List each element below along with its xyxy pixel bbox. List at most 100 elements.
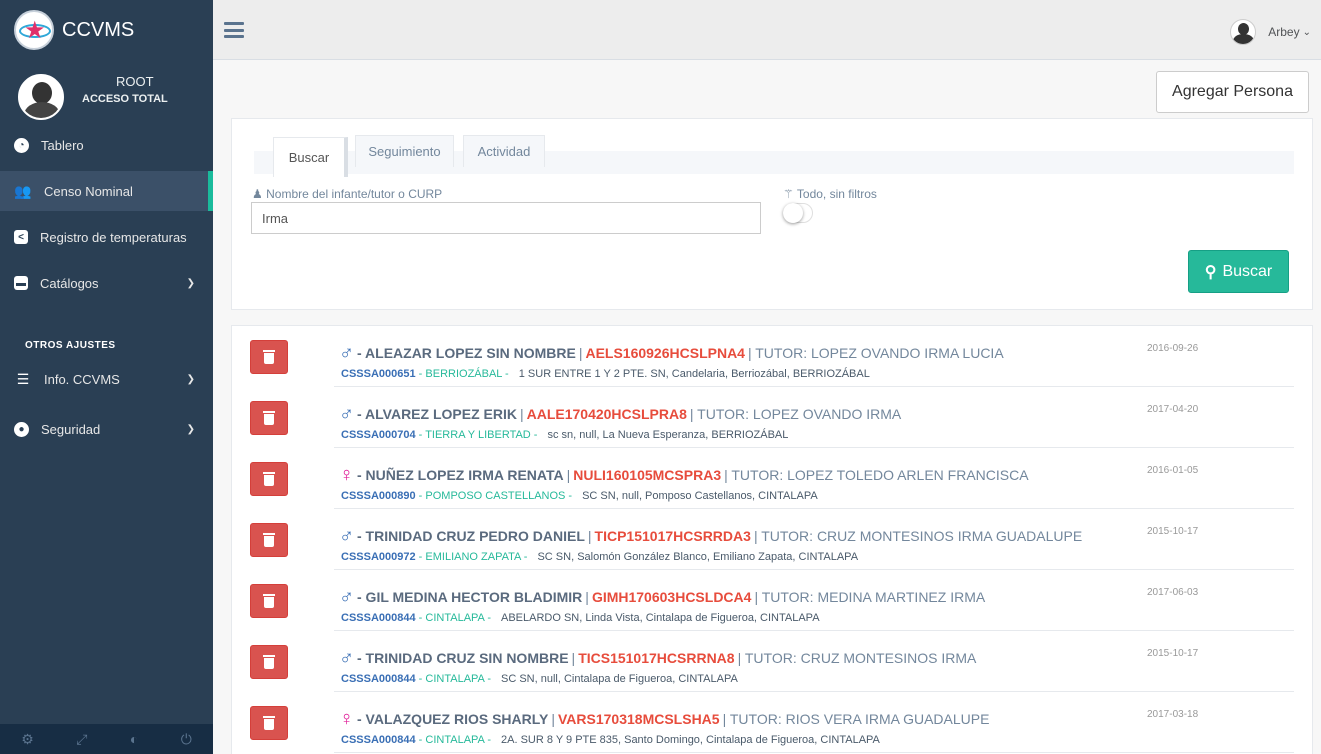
tutor: | TUTOR: RIOS VERA IRMA GUADALUPE — [722, 711, 990, 727]
nofilter-toggle[interactable] — [783, 203, 813, 223]
fullscreen-icon[interactable]: ⤢ — [76, 731, 87, 748]
tab-buscar[interactable]: Buscar — [273, 137, 348, 177]
tutor: | TUTOR: CRUZ MONTESINOS IRMA GUADALUPE — [753, 528, 1083, 544]
result-details: CSSSA000844 - CINTALAPA - 2A. SUR 8 Y 9 P… — [341, 734, 880, 746]
result-title[interactable]: ♂ - ALVAREZ LOPEZ ERIK | AALE170420HCSLPRA8… — [339, 404, 901, 424]
clues: CSSSA000844 — [341, 673, 416, 685]
sidebar-item-seguridad[interactable]: ● Seguridad ❯ — [0, 409, 213, 449]
search-button[interactable]: ⚲ Buscar — [1188, 250, 1289, 293]
dashboard-icon: ◔ — [14, 137, 29, 153]
sidebar-item-registro-temperaturas[interactable]: < Registro de temperaturas — [0, 217, 213, 257]
date: 2017-06-03 — [1147, 587, 1199, 598]
archive-icon: ▬ — [14, 276, 28, 290]
date: 2015-10-17 — [1147, 526, 1199, 537]
male-icon: ♂ — [339, 342, 354, 364]
address: 1 SUR ENTRE 1 Y 2 PTE. SN, Candelaria, B… — [518, 368, 870, 380]
user-menu[interactable]: Arbey ⌄ — [1230, 19, 1311, 45]
eye-slash-icon[interactable]: ◐ — [130, 731, 138, 747]
profile-role: ACCESO TOTAL — [82, 93, 168, 105]
settings-icon[interactable]: ⚙ — [21, 731, 34, 748]
tutor: | TUTOR: LOPEZ TOLEDO ARLEN FRANCISCA — [724, 467, 1029, 483]
result-row: ♂ - ALEAZAR LOPEZ SIN NOMBRE | AELS160926HC… — [232, 326, 1314, 387]
search-icon: ⚲ — [1204, 263, 1217, 281]
person-name: - GIL MEDINA HECTOR BLADIMIR — [357, 589, 583, 605]
sidebar-item-tablero[interactable]: ◔ Tablero — [0, 125, 213, 165]
search-panel: Buscar Seguimiento Actividad ♟ Nombre de… — [231, 118, 1313, 310]
delete-button[interactable] — [250, 340, 288, 374]
result-title[interactable]: ♂ - TRINIDAD CRUZ PEDRO DANIEL | TICP151017… — [339, 526, 1082, 546]
person-name: - TRINIDAD CRUZ SIN NOMBRE — [357, 650, 569, 666]
tab-seguimiento[interactable]: Seguimiento — [355, 135, 454, 167]
chevron-down-icon: ❯ — [186, 373, 195, 385]
clues: CSSSA000704 — [341, 429, 416, 441]
sidebar-item-catalogos[interactable]: ▬ Catálogos ❯ — [0, 263, 213, 303]
sidebar-item-label: Registro de temperaturas — [40, 229, 187, 245]
male-icon: ♂ — [339, 586, 354, 608]
sidebar-item-label: Info. CCVMS — [44, 371, 120, 387]
delete-button[interactable] — [250, 523, 288, 557]
shield-icon: ● — [14, 421, 29, 437]
curp: TICS151017HCSRRNA8 — [578, 650, 735, 666]
result-title[interactable]: ♂ - GIL MEDINA HECTOR BLADIMIR | GIMH170603… — [339, 587, 985, 607]
male-icon: ♂ — [339, 403, 354, 425]
trash-icon — [263, 655, 275, 669]
tutor: | TUTOR: LOPEZ OVANDO IRMA — [689, 406, 902, 422]
result-row: ♂ - GIL MEDINA HECTOR BLADIMIR | GIMH170603… — [232, 570, 1314, 631]
curp: VARS170318MCSLSHA5 — [558, 711, 720, 727]
child-icon: ♟ — [252, 187, 263, 201]
person-name: - ALVAREZ LOPEZ ERIK — [357, 406, 517, 422]
result-title[interactable]: ♂ - ALEAZAR LOPEZ SIN NOMBRE | AELS160926HC… — [339, 343, 1004, 363]
result-title[interactable]: ♀ - NUÑEZ LOPEZ IRMA RENATA | NULI160105MCS… — [339, 465, 1029, 485]
result-details: CSSSA000972 - EMILIANO ZAPATA - SC SN, Sa… — [341, 551, 858, 563]
address: ABELARDO SN, Linda Vista, Cintalapa de F… — [501, 612, 820, 624]
locality: - POMPOSO CASTELLANOS - — [418, 490, 573, 502]
address: SC SN, Salomón González Blanco, Emiliano… — [537, 551, 859, 563]
tab-actividad[interactable]: Actividad — [463, 135, 545, 167]
delete-button[interactable] — [250, 645, 288, 679]
person-name: - ALEAZAR LOPEZ SIN NOMBRE — [357, 345, 576, 361]
delete-button[interactable] — [250, 706, 288, 740]
clues: CSSSA000972 — [341, 551, 416, 563]
sidebar-footer: ⚙ ⤢ ◐ ⏻ — [0, 724, 213, 754]
chevron-down-icon: ❯ — [186, 423, 195, 435]
sidebar-item-info-ccvms[interactable]: ☰ Info. CCVMS ❯ — [0, 359, 213, 399]
brand[interactable]: ★ CCVMS — [0, 0, 213, 60]
avatar — [18, 74, 64, 120]
delete-button[interactable] — [250, 584, 288, 618]
clues: CSSSA000890 — [341, 490, 416, 502]
search-input[interactable] — [251, 202, 761, 234]
result-details: CSSSA000704 - TIERRA Y LIBERTAD - sc sn, … — [341, 429, 788, 441]
divider — [334, 752, 1294, 753]
clues: CSSSA000651 — [341, 368, 416, 380]
server-icon: ☰ — [16, 370, 30, 387]
result-row: ♂ - TRINIDAD CRUZ PEDRO DANIEL | TICP151017… — [232, 509, 1314, 570]
trash-icon — [263, 533, 275, 547]
tutor: | TUTOR: LOPEZ OVANDO IRMA LUCIA — [747, 345, 1004, 361]
trash-icon — [263, 472, 275, 486]
sidebar-item-censo-nominal[interactable]: 👥 Censo Nominal — [0, 171, 213, 211]
trash-icon — [263, 350, 275, 364]
locality: - TIERRA Y LIBERTAD - — [418, 429, 538, 441]
delete-button[interactable] — [250, 462, 288, 496]
tutor: | TUTOR: CRUZ MONTESINOS IRMA — [737, 650, 977, 666]
delete-button[interactable] — [250, 401, 288, 435]
locality: - CINTALAPA - — [418, 673, 491, 685]
sidebar-item-label: Catálogos — [40, 275, 99, 291]
chevron-down-icon: ❯ — [186, 277, 195, 289]
date: 2017-03-18 — [1147, 709, 1199, 720]
add-person-button[interactable]: Agregar Persona — [1156, 71, 1309, 113]
locality: - CINTALAPA - — [418, 734, 491, 746]
result-details: CSSSA000890 - POMPOSO CASTELLANOS - SC SN… — [341, 490, 818, 502]
avatar — [1230, 19, 1257, 45]
address: sc sn, null, La Nueva Esperanza, BERRIOZ… — [547, 429, 789, 441]
menu-toggle-icon[interactable] — [224, 22, 244, 38]
date: 2015-10-17 — [1147, 648, 1199, 659]
brand-logo-icon: ★ — [14, 10, 54, 50]
power-icon[interactable]: ⏻ — [181, 731, 192, 748]
top-nav: Arbey ⌄ — [213, 0, 1321, 60]
result-title[interactable]: ♀ - VALAZQUEZ RIOS SHARLY | VARS170318MCSLS… — [339, 709, 989, 729]
male-icon: ♂ — [339, 525, 354, 547]
result-title[interactable]: ♂ - TRINIDAD CRUZ SIN NOMBRE | TICS151017HC… — [339, 648, 976, 668]
result-details: CSSSA000651 - BERRIOZÁBAL - 1 SUR ENTRE 1… — [341, 368, 870, 380]
trash-icon — [263, 716, 275, 730]
